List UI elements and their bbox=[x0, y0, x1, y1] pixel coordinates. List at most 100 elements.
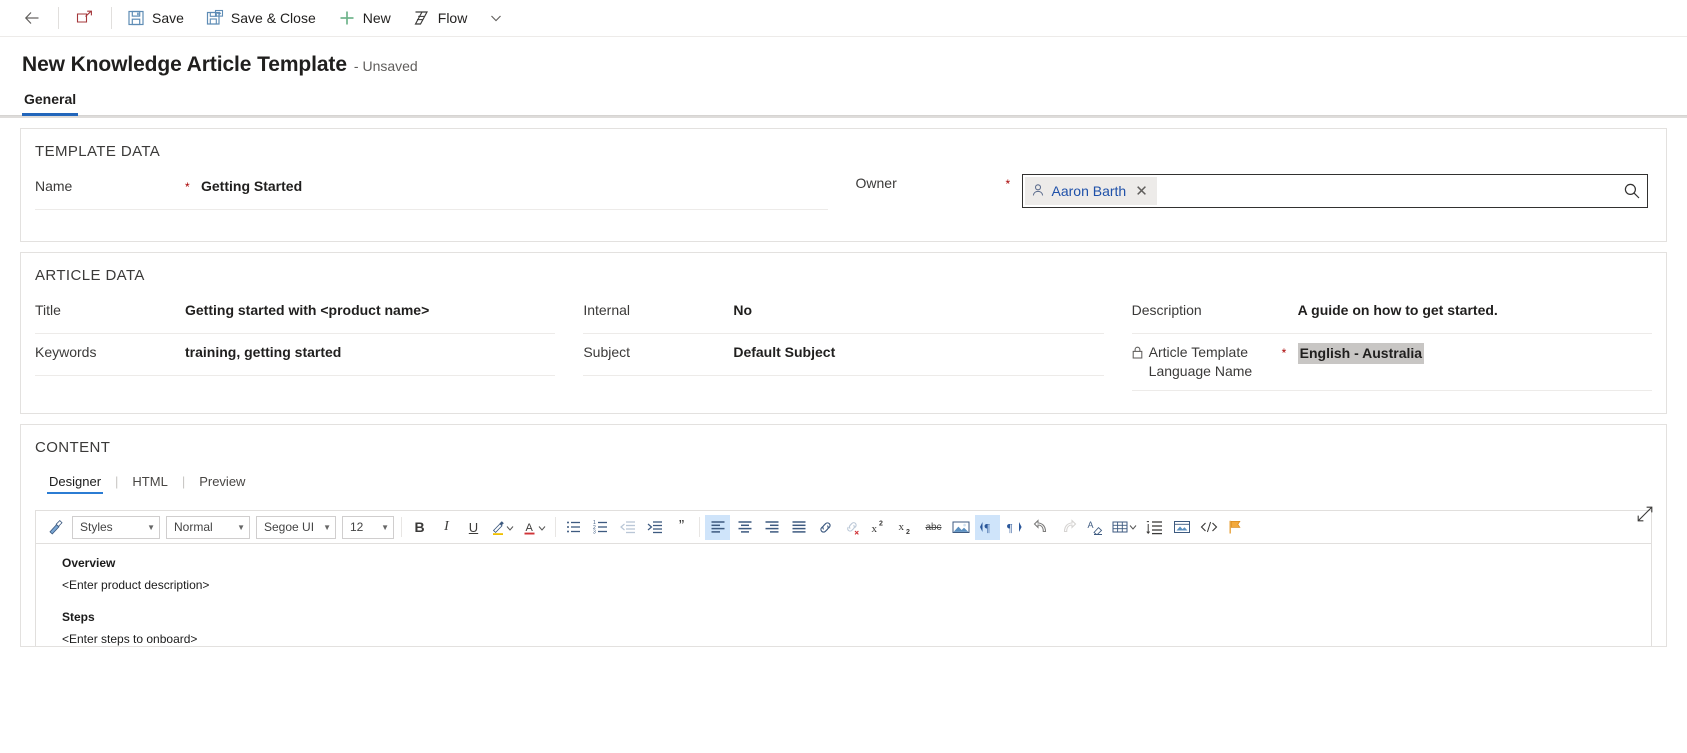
template-data-right-column: Owner * Aaron Barth ✕ bbox=[842, 168, 1667, 241]
tab-designer[interactable]: Designer bbox=[46, 474, 104, 494]
editor-tab-separator-2: | bbox=[181, 474, 186, 489]
tab-html[interactable]: HTML bbox=[132, 474, 167, 494]
editor-mode-tabs: Designer | HTML | Preview bbox=[21, 464, 1666, 494]
section-content-title: CONTENT bbox=[35, 439, 111, 456]
increase-indent-icon[interactable] bbox=[642, 515, 667, 540]
save-button[interactable]: Save bbox=[116, 0, 195, 37]
styles-select-value: Styles bbox=[80, 520, 113, 534]
save-button-label: Save bbox=[152, 10, 184, 26]
align-center-icon[interactable] bbox=[732, 515, 757, 540]
decrease-indent-icon[interactable] bbox=[615, 515, 640, 540]
command-bar-overflow-button[interactable] bbox=[478, 0, 514, 37]
underline-glyph: U bbox=[468, 519, 479, 535]
font-family-select[interactable]: Segoe UI ▼ bbox=[256, 515, 336, 539]
section-template-data: TEMPLATE DATA Name * Getting Started Own… bbox=[20, 128, 1667, 242]
field-description-value: A guide on how to get started. bbox=[1297, 302, 1498, 318]
form-tab-strip: General bbox=[0, 77, 1687, 118]
insert-page-break-icon[interactable] bbox=[1169, 515, 1194, 540]
subscript-icon[interactable]: x 2 bbox=[894, 515, 919, 540]
owner-lookup-input[interactable]: Aaron Barth ✕ bbox=[1021, 174, 1648, 208]
search-icon[interactable] bbox=[1623, 182, 1641, 200]
insert-link-icon[interactable] bbox=[813, 515, 838, 540]
field-article-template-language-name-label: Article Template Language Name bbox=[1132, 343, 1282, 381]
new-button-label: New bbox=[362, 10, 391, 26]
owner-chip[interactable]: Aaron Barth ✕ bbox=[1024, 177, 1157, 205]
field-internal[interactable]: Internal No bbox=[583, 292, 1104, 334]
paragraph-format-select-value: Normal bbox=[174, 520, 213, 534]
save-and-close-button[interactable]: Save & Close bbox=[195, 0, 327, 37]
tab-preview-label: Preview bbox=[199, 474, 246, 489]
align-left-icon[interactable] bbox=[705, 514, 730, 540]
align-justify-icon[interactable] bbox=[786, 515, 811, 540]
tab-html-label: HTML bbox=[132, 474, 168, 489]
line-spacing-icon[interactable] bbox=[1142, 515, 1167, 540]
font-color-icon[interactable]: A bbox=[520, 515, 550, 540]
command-bar-divider-1 bbox=[58, 7, 59, 29]
field-title-label: Title bbox=[35, 302, 61, 318]
editor-document-body[interactable]: Overview <Enter product description> Ste… bbox=[36, 544, 1651, 646]
chevron-down-icon: ▼ bbox=[323, 522, 331, 532]
numbered-list-icon[interactable]: 1 2 3 bbox=[588, 515, 613, 540]
format-painter-icon[interactable] bbox=[43, 515, 68, 540]
lock-icon bbox=[1132, 345, 1144, 364]
tab-general[interactable]: General bbox=[22, 91, 79, 116]
document-heading-overview: Overview bbox=[62, 556, 116, 570]
save-and-close-icon bbox=[206, 9, 224, 27]
rtl-direction-icon[interactable]: ¶ bbox=[1002, 515, 1027, 540]
strikethrough-icon[interactable]: abc bbox=[921, 515, 946, 540]
field-article-template-language-name[interactable]: Article Template Language Name * English… bbox=[1131, 334, 1652, 391]
field-subject-value: Default Subject bbox=[733, 344, 836, 360]
rich-text-editor: Styles ▼ Normal ▼ Segoe UI ▼ 12 ▼ B I U … bbox=[35, 510, 1652, 646]
svg-text:¶: ¶ bbox=[984, 521, 990, 535]
field-name-required-asterisk: * bbox=[185, 180, 190, 194]
field-keywords-value: training, getting started bbox=[185, 344, 342, 360]
page-header: New Knowledge Article Template - Unsaved bbox=[0, 37, 1687, 77]
tab-preview[interactable]: Preview bbox=[199, 474, 245, 494]
insert-image-icon[interactable] bbox=[948, 515, 973, 540]
ltr-direction-icon[interactable]: ¶ bbox=[975, 514, 1000, 540]
bold-icon[interactable]: B bbox=[407, 515, 432, 540]
block-quote-icon[interactable]: ” bbox=[669, 515, 694, 540]
flow-button[interactable]: Flow bbox=[402, 0, 479, 37]
field-description[interactable]: Description A guide on how to get starte… bbox=[1131, 292, 1652, 334]
table-icon[interactable] bbox=[1110, 515, 1140, 540]
svg-text:2: 2 bbox=[879, 521, 883, 528]
close-icon[interactable]: ✕ bbox=[1133, 184, 1150, 199]
underline-icon[interactable]: U bbox=[461, 515, 486, 540]
editor-toolbar: Styles ▼ Normal ▼ Segoe UI ▼ 12 ▼ B I U … bbox=[36, 511, 1651, 544]
superscript-icon[interactable]: x 2 bbox=[867, 515, 892, 540]
field-description-label: Description bbox=[1131, 302, 1202, 318]
field-keywords[interactable]: Keywords training, getting started bbox=[35, 334, 556, 376]
text-highlight-color-icon[interactable] bbox=[488, 515, 518, 540]
field-owner[interactable]: Owner * Aaron Barth ✕ bbox=[856, 168, 1648, 217]
font-size-select[interactable]: 12 ▼ bbox=[342, 515, 394, 539]
popout-button[interactable] bbox=[63, 0, 107, 37]
field-subject[interactable]: Subject Default Subject bbox=[583, 334, 1104, 376]
chevron-down-icon bbox=[487, 9, 505, 27]
template-data-left-column: Name * Getting Started bbox=[21, 168, 842, 241]
expand-diagonal-icon[interactable] bbox=[1637, 506, 1653, 522]
chevron-down-icon: ▼ bbox=[147, 522, 155, 532]
toolbar-divider-3 bbox=[699, 517, 700, 537]
align-right-icon[interactable] bbox=[759, 515, 784, 540]
remove-link-icon[interactable] bbox=[840, 515, 865, 540]
owner-chip-label: Aaron Barth bbox=[1051, 183, 1127, 199]
undo-icon[interactable] bbox=[1029, 515, 1054, 540]
tab-designer-label: Designer bbox=[49, 474, 102, 489]
field-title[interactable]: Title Getting started with <product name… bbox=[35, 292, 556, 334]
font-family-select-value: Segoe UI bbox=[264, 520, 315, 534]
article-data-columns: Title Getting started with <product name… bbox=[21, 292, 1666, 413]
clear-formatting-icon[interactable]: A bbox=[1083, 515, 1108, 540]
flag-icon[interactable] bbox=[1223, 515, 1248, 540]
new-button[interactable]: New bbox=[327, 0, 402, 37]
back-button[interactable] bbox=[10, 0, 54, 37]
editor-tab-separator-1: | bbox=[115, 474, 119, 489]
field-name[interactable]: Name * Getting Started bbox=[35, 168, 828, 210]
paragraph-format-select[interactable]: Normal ▼ bbox=[166, 515, 250, 539]
redo-icon[interactable] bbox=[1056, 515, 1081, 540]
bulleted-list-icon[interactable] bbox=[561, 515, 586, 540]
page-save-status: - Unsaved bbox=[353, 58, 418, 74]
source-code-icon[interactable] bbox=[1196, 515, 1221, 540]
italic-icon[interactable]: I bbox=[434, 515, 459, 540]
styles-select[interactable]: Styles ▼ bbox=[72, 515, 160, 539]
